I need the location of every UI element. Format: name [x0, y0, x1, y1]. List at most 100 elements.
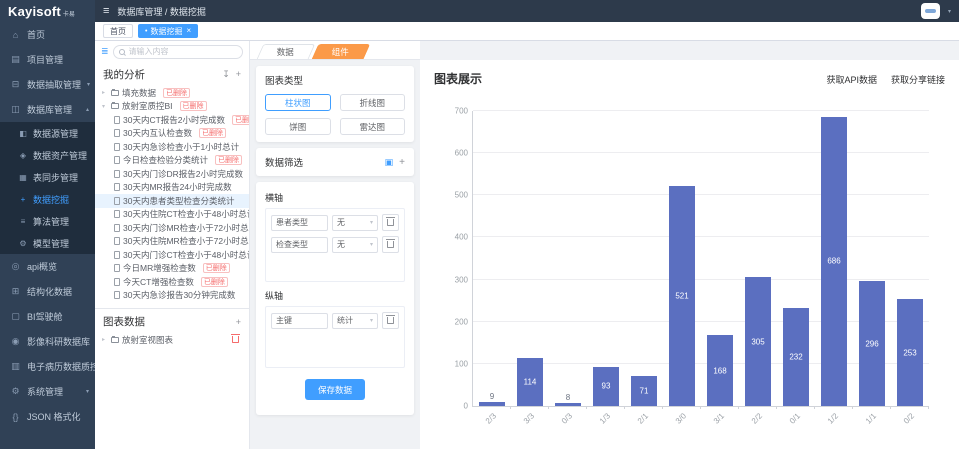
tree-item-label: 填充数据 [122, 87, 156, 99]
bar-value-label: 686 [811, 257, 856, 266]
sidebar-item-算法管理[interactable]: ≡算法管理 [0, 210, 95, 232]
emr-icon: ▥ [10, 361, 21, 372]
deleted-badge: 已删除 [215, 155, 242, 165]
tree-item-label: 30天内住院MR检查小于72小时总计 [123, 235, 249, 247]
sidebar-item-系统管理[interactable]: ⚙系统管理▾ [0, 379, 95, 404]
add-analysis-icon[interactable]: + [236, 69, 241, 80]
sidebar-item-电子病历数据质控[interactable]: ▥电子病历数据质控 [0, 354, 95, 379]
search-icon [119, 49, 125, 55]
tree-item[interactable]: ▸放射室视图表 [95, 333, 249, 347]
tree-item[interactable]: 30天内门诊DR报告2小时完成数 [95, 167, 249, 181]
brand-logo[interactable]: Kayisoft 卡易 [0, 0, 95, 22]
x-tick-label: 1/3 [598, 411, 612, 425]
sidebar-item-影像科研数据库[interactable]: ◉影像科研数据库 [0, 329, 95, 354]
axis-delete-button[interactable] [382, 214, 399, 231]
axis-delete-button[interactable] [382, 236, 399, 253]
filter-icon[interactable]: ▣ [385, 157, 394, 168]
sidebar-submenu: ◧数据源管理◈数据资产管理▦表同步管理+数据挖掘≡算法管理⚙模型管理 [0, 122, 95, 254]
tree-item[interactable]: ▾放射室质控BI已删除 [95, 100, 249, 114]
tree-item[interactable]: 今日检查检验分类统计已删除 [95, 154, 249, 168]
tree-item[interactable]: 30天内急诊报告30分钟完成数 [95, 289, 249, 303]
trash-icon[interactable] [232, 336, 239, 343]
tree-item[interactable]: 30天内急诊检查小于1小时总计 [95, 140, 249, 154]
sidebar-item-api概览[interactable]: ◎api概览 [0, 254, 95, 279]
sidebar-item-数据库管理[interactable]: ◫数据库管理▴ [0, 97, 95, 122]
tree-item-label: 30天内患者类型检查分类统计 [123, 195, 234, 207]
tree-item[interactable]: 30天内患者类型检查分类统计 [95, 194, 249, 208]
sidebar-item-BI驾驶舱[interactable]: ▢BI驾驶舱 [0, 304, 95, 329]
chart-type-饼图[interactable]: 饼图 [265, 118, 331, 135]
axis-delete-button[interactable] [382, 312, 399, 329]
sidebar-item-结构化数据[interactable]: ⊞结构化数据 [0, 279, 95, 304]
structured-icon: ⊞ [10, 286, 21, 297]
tab-首页[interactable]: 首页 [103, 24, 133, 38]
chart-bar: 305 [745, 277, 770, 406]
axis-agg-select[interactable]: 无▾ [332, 215, 378, 231]
tree-item[interactable]: 30天内住院MR检查小于72小时总计 [95, 235, 249, 249]
chart-bar-slot: 712/1 [625, 111, 663, 406]
axis-agg-select[interactable]: 无▾ [332, 237, 378, 253]
x-axis-tick [586, 406, 587, 409]
x-axis-tick [776, 406, 777, 409]
sidebar-item-表同步管理[interactable]: ▦表同步管理 [0, 166, 95, 188]
save-data-button[interactable]: 保存数据 [305, 379, 365, 400]
tree-item[interactable]: 30天内门诊MR检查小于72小时总计 [95, 221, 249, 235]
axis-agg-value: 无 [337, 239, 345, 250]
chart-bar-slot: 80/3 [549, 111, 587, 406]
link-获取分享链接[interactable]: 获取分享链接 [891, 73, 945, 86]
y-tick-label: 600 [455, 149, 468, 158]
sidebar-item-模型管理[interactable]: ⚙模型管理 [0, 232, 95, 254]
sidebar-item-首页[interactable]: ⌂首页 [0, 22, 95, 47]
tree-item[interactable]: 30天内住院CT检查小于48小时总计 [95, 208, 249, 222]
caret-icon[interactable]: ▸ [102, 336, 108, 343]
axis-agg-select[interactable]: 统计▾ [332, 313, 378, 329]
y-tick-label: 200 [455, 317, 468, 326]
sidebar-item-数据资产管理[interactable]: ◈数据资产管理 [0, 144, 95, 166]
x-tick-label: 3/1 [712, 411, 726, 425]
chevron-down-icon: ▾ [370, 219, 373, 226]
caret-icon[interactable]: ▾ [102, 103, 108, 110]
sidebar-item-JSON 格式化[interactable]: {}JSON 格式化 [0, 404, 95, 429]
axis-field[interactable]: 主键 [271, 313, 328, 329]
tree-item[interactable]: 30天内CT报告2小时完成数已删除 [95, 113, 249, 127]
add-chart-data-icon[interactable]: + [236, 317, 241, 327]
panel-menu-icon[interactable]: ≣ [101, 46, 109, 57]
hamburger-icon[interactable]: ≡ [103, 5, 109, 17]
link-获取API数据[interactable]: 获取API数据 [826, 73, 877, 86]
brand-suffix: 卡易 [63, 9, 75, 18]
config-tabbar: 数据组件 [250, 41, 420, 60]
tree-item[interactable]: 今天CT增强检查数已删除 [95, 275, 249, 289]
search-input[interactable] [129, 47, 237, 56]
sidebar-item-数据源管理[interactable]: ◧数据源管理 [0, 122, 95, 144]
tab-close-icon[interactable]: × [186, 27, 191, 35]
avatar-chevron-down-icon[interactable]: ▾ [948, 8, 951, 15]
add-filter-icon[interactable]: + [399, 157, 405, 168]
chart-type-柱状图[interactable]: 柱状图 [265, 94, 331, 111]
tree-item[interactable]: 30天内MR报告24小时完成数 [95, 181, 249, 195]
tree-item[interactable]: 30天内互认检查数已删除 [95, 127, 249, 141]
tree-item-label: 30天内急诊检查小于1小时总计 [123, 141, 239, 153]
tree-item[interactable]: 30天内门诊CT检查小于48小时总计 [95, 248, 249, 262]
tree-item[interactable]: ▸填充数据已删除 [95, 86, 249, 100]
sidebar-item-数据挖掘[interactable]: +数据挖掘 [0, 188, 95, 210]
chart-type-grid: 柱状图折线图饼图雷达图 [265, 94, 405, 135]
chart-type-雷达图[interactable]: 雷达图 [340, 118, 406, 135]
sidebar-item-数据抽取管理[interactable]: ⊟数据抽取管理▾ [0, 72, 95, 97]
x-tick-label: 0/3 [560, 411, 574, 425]
caret-icon[interactable]: ▸ [102, 89, 108, 96]
config-tab-组件[interactable]: 组件 [312, 44, 371, 59]
config-tab-数据[interactable]: 数据 [257, 44, 316, 59]
axis-field[interactable]: 检查类型 [271, 237, 328, 253]
import-icon[interactable]: ↧ [222, 69, 230, 80]
chart-data-title: 图表数据 [103, 314, 145, 329]
tab-label: 数据挖掘 [150, 26, 182, 37]
axis-field[interactable]: 患者类型 [271, 215, 328, 231]
y-tick-label: 500 [455, 191, 468, 200]
chart-bar: 253 [897, 299, 922, 406]
deleted-badge: 已删除 [203, 263, 230, 273]
chart-type-折线图[interactable]: 折线图 [340, 94, 406, 111]
tree-item[interactable]: 今日MR增强检查数已删除 [95, 262, 249, 276]
sidebar-item-项目管理[interactable]: ▤项目管理 [0, 47, 95, 72]
tab-数据挖掘[interactable]: •数据挖掘× [138, 24, 198, 38]
user-avatar[interactable] [921, 3, 940, 19]
